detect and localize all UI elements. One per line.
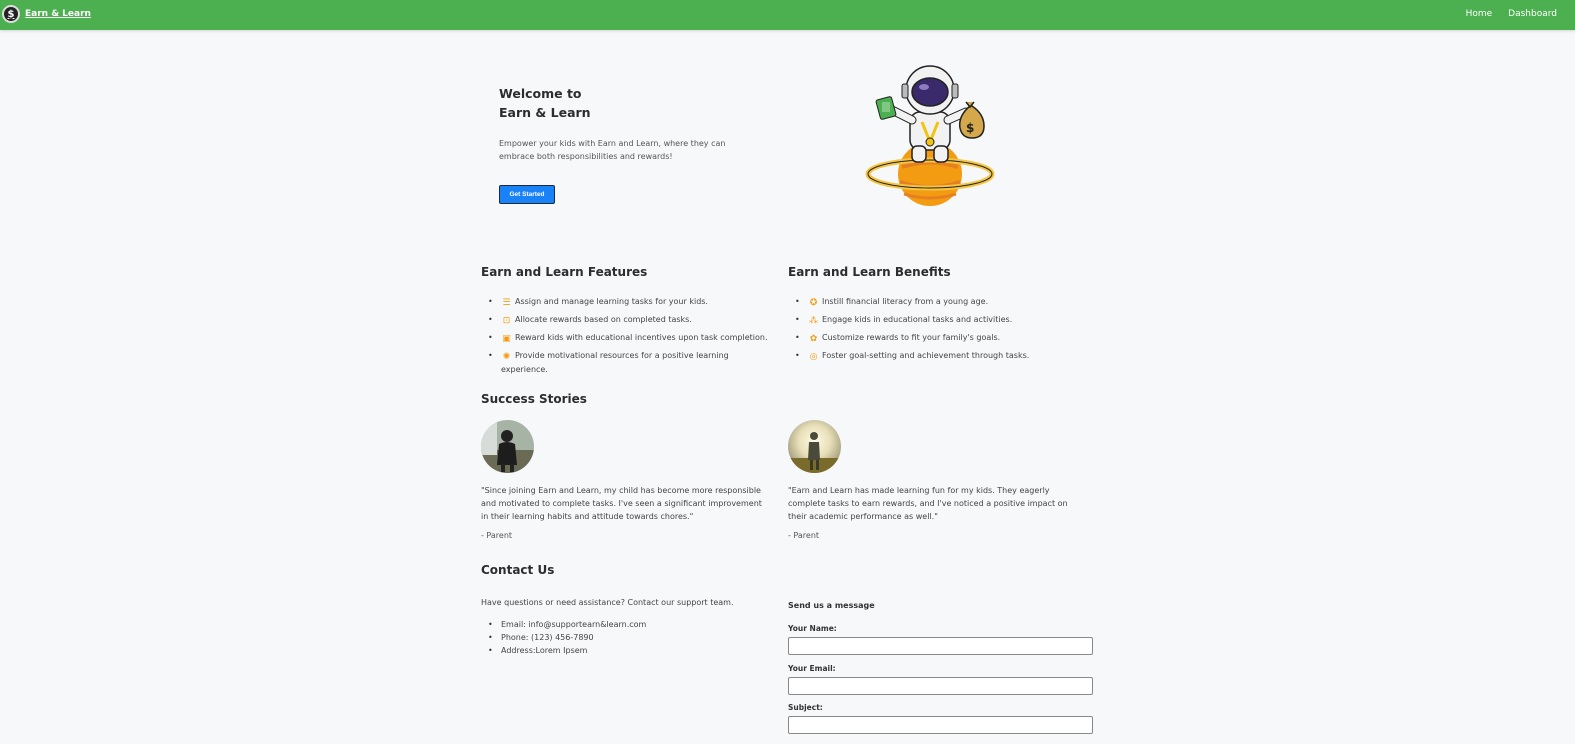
brand-link[interactable]: $ Earn & Learn bbox=[2, 5, 91, 23]
list-item: ⁂ Engage kids in educational tasks and ac… bbox=[788, 313, 1088, 327]
hero-title: Welcome to Earn & Learn bbox=[499, 84, 759, 122]
email-input[interactable] bbox=[788, 677, 1093, 695]
parent-avatar-photo-1 bbox=[481, 420, 534, 473]
list-item: ✺Provide motivational resources for a po… bbox=[481, 349, 771, 376]
piggy-bank-icon: ✪ bbox=[809, 298, 818, 308]
contact-form-title: Send us a message bbox=[788, 601, 875, 610]
target-icon: ◎ bbox=[809, 352, 818, 362]
svg-text:$: $ bbox=[966, 121, 974, 135]
contact-title: Contact Us bbox=[481, 563, 555, 577]
hero-title-line1: Welcome to bbox=[499, 86, 582, 101]
nav-links: Home Dashboard bbox=[1466, 9, 1557, 19]
benefit-text: Foster goal-setting and achievement thro… bbox=[822, 351, 1030, 360]
people-icon: ⁂ bbox=[809, 316, 818, 326]
testimonial-author-1: - Parent bbox=[481, 531, 513, 540]
testimonial-quote-2: "Earn and Learn has made learning fun fo… bbox=[788, 486, 1068, 521]
parent-avatar-photo-2 bbox=[788, 420, 841, 473]
benefit-text: Customize rewards to fit your family's g… bbox=[822, 333, 1001, 342]
nav-home-link[interactable]: Home bbox=[1466, 9, 1493, 19]
success-stories-title: Success Stories bbox=[481, 392, 587, 406]
features-title: Earn and Learn Features bbox=[481, 265, 648, 279]
name-input[interactable] bbox=[788, 637, 1093, 655]
email-label: Your Email: bbox=[788, 664, 836, 673]
reward-icon: ⊡ bbox=[502, 316, 511, 326]
benefit-text: Instill financial literacy from a young … bbox=[822, 297, 989, 306]
list-item: ◎ Foster goal-setting and achievement thr… bbox=[788, 349, 1088, 363]
list-item: ✪ Instill financial literacy from a young… bbox=[788, 295, 1088, 309]
hero-description: Empower your kids with Earn and Learn, w… bbox=[499, 139, 726, 161]
benefits-title: Earn and Learn Benefits bbox=[788, 265, 951, 279]
navbar: $ Earn & Learn Home Dashboard bbox=[0, 0, 1575, 30]
contact-description: Have questions or need assistance? Conta… bbox=[481, 598, 734, 607]
astronaut-illustration: $ bbox=[865, 65, 995, 206]
feature-text: Assign and manage learning tasks for you… bbox=[515, 297, 708, 306]
list-item: ▣ Reward kids with educational incentives… bbox=[481, 331, 771, 345]
nav-dashboard-link[interactable]: Dashboard bbox=[1508, 9, 1557, 19]
subject-label: Subject: bbox=[788, 703, 823, 712]
name-label: Your Name: bbox=[788, 624, 837, 633]
contact-email: Email: info@supportearn&learn.com bbox=[481, 618, 646, 631]
subject-input[interactable] bbox=[788, 716, 1093, 734]
testimonial-quote-1: "Since joining Earn and Learn, my child … bbox=[481, 486, 762, 521]
gift-icon: ▣ bbox=[502, 334, 511, 344]
dollar-coin-icon: $ bbox=[2, 5, 20, 23]
list-item: ✿ Customize rewards to fit your family's … bbox=[788, 331, 1088, 345]
get-started-button[interactable]: Get Started bbox=[499, 185, 555, 204]
feature-text: Reward kids with educational incentives … bbox=[515, 333, 768, 342]
testimonial-author-2: - Parent bbox=[788, 531, 820, 540]
list-item: ⊡ Allocate rewards based on completed tas… bbox=[481, 313, 771, 327]
contact-phone: Phone: (123) 456-7890 bbox=[481, 631, 646, 644]
hero-title-line2: Earn & Learn bbox=[499, 105, 591, 120]
benefits-list: ✪ Instill financial literacy from a young… bbox=[788, 295, 1088, 367]
contact-address: Address:Lorem Ipsem bbox=[481, 644, 646, 657]
feature-text: Allocate rewards based on completed task… bbox=[515, 315, 692, 324]
benefit-text: Engage kids in educational tasks and act… bbox=[822, 315, 1013, 324]
features-list: ☰ Assign and manage learning tasks for yo… bbox=[481, 295, 771, 380]
list-item: ☰ Assign and manage learning tasks for yo… bbox=[481, 295, 771, 309]
settings-icon: ✿ bbox=[809, 334, 818, 344]
contact-details-list: Email: info@supportearn&learn.com Phone:… bbox=[481, 618, 646, 657]
task-list-icon: ☰ bbox=[502, 298, 511, 308]
brand-name: Earn & Learn bbox=[25, 9, 91, 19]
feature-text: Provide motivational resources for a pos… bbox=[501, 351, 729, 374]
badge-icon: ✺ bbox=[502, 352, 511, 362]
